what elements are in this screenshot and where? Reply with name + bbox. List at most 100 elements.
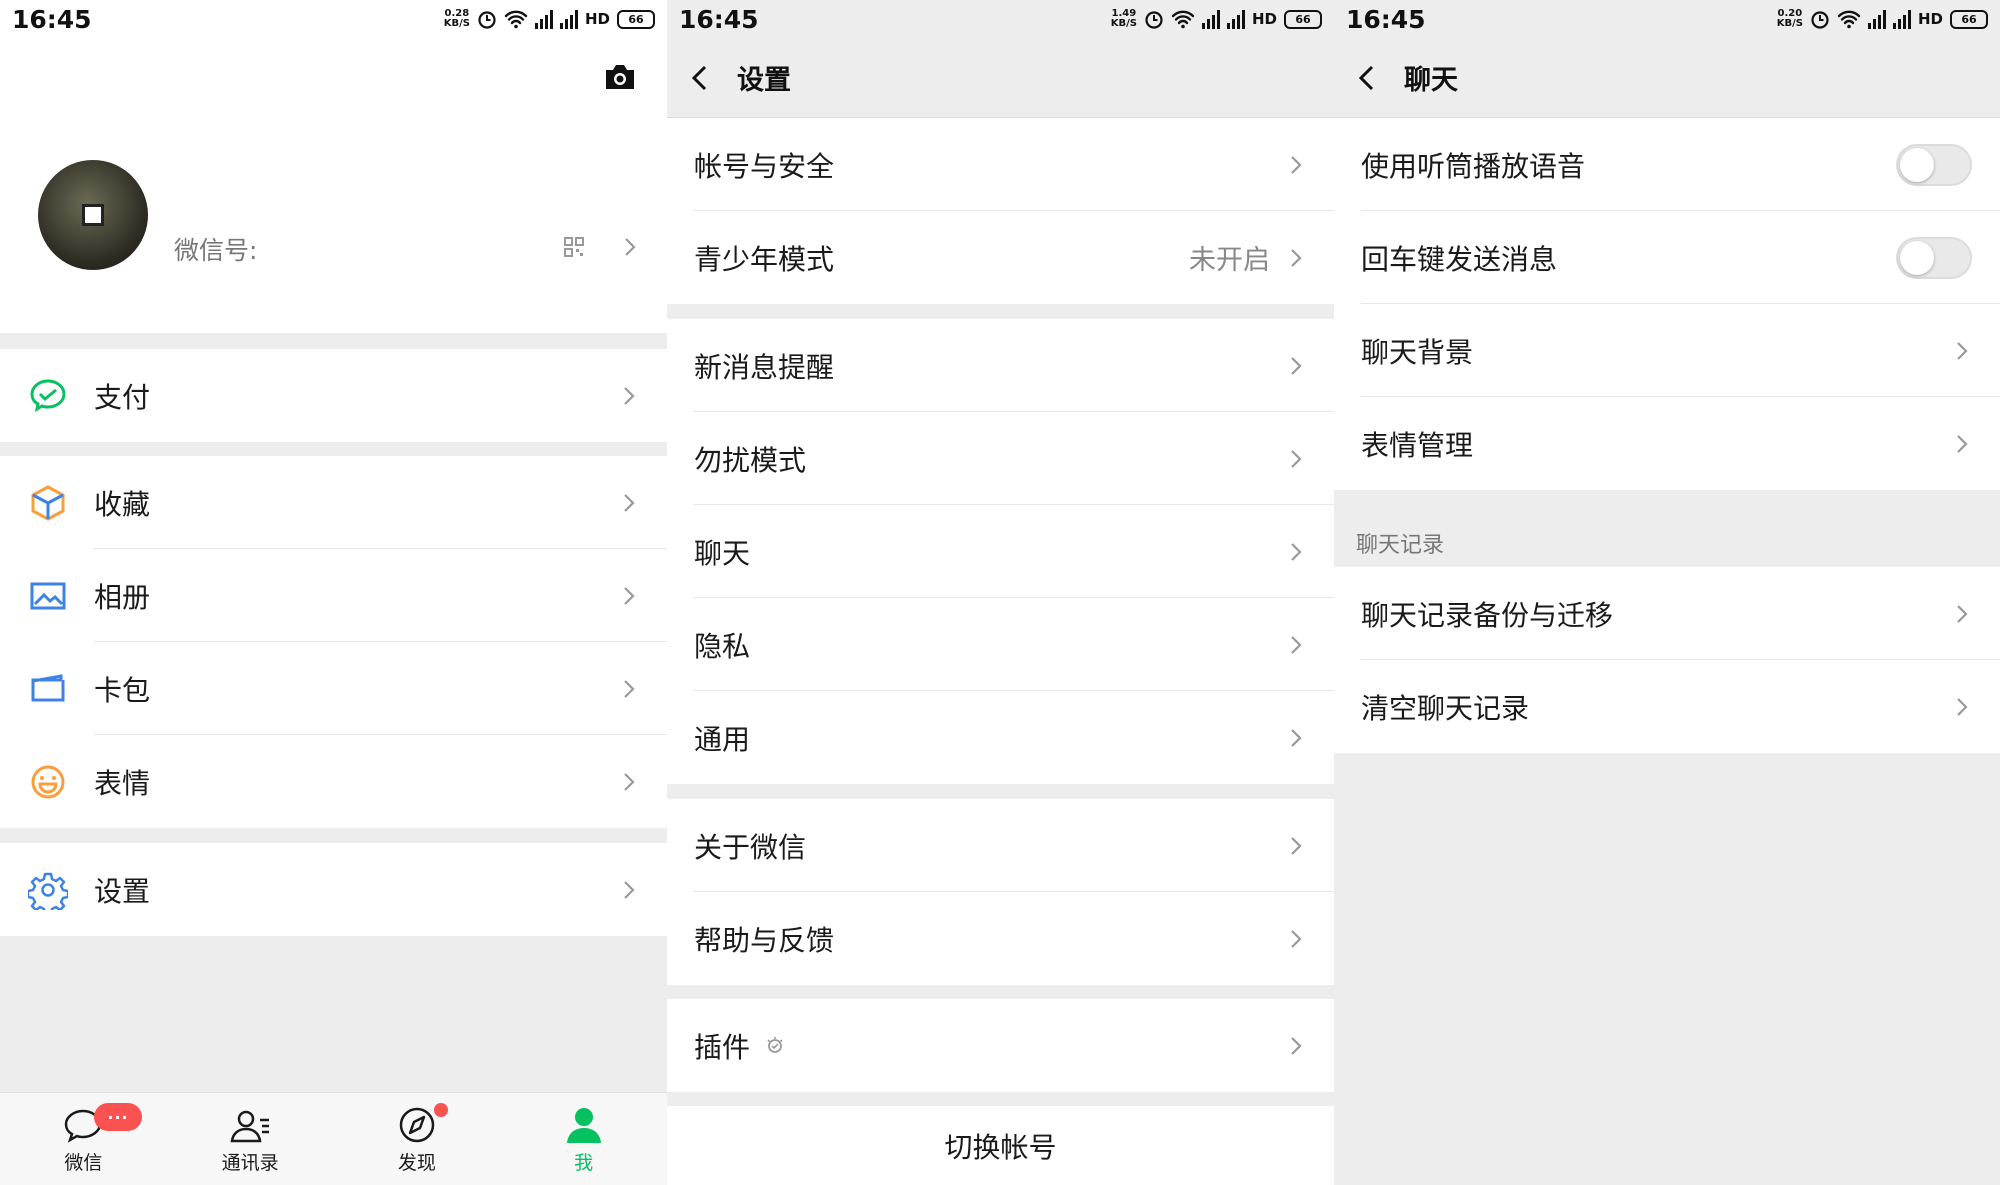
qr-code-icon[interactable] bbox=[563, 236, 585, 258]
settings-item-label: 通用 bbox=[694, 722, 751, 756]
menu-item-label: 设置 bbox=[94, 874, 151, 908]
settings-item-label: 隐私 bbox=[694, 629, 751, 663]
signal-3g-icon bbox=[559, 9, 578, 29]
battery-icon: 66 bbox=[617, 9, 655, 29]
chevron-right-icon bbox=[625, 238, 636, 256]
chevron-right-icon bbox=[1291, 542, 1302, 561]
alarm-icon bbox=[1145, 11, 1163, 29]
menu-item-card-wallet[interactable]: 卡包 bbox=[0, 642, 667, 735]
tab-label: 微信 bbox=[64, 1152, 103, 1174]
settings-item-label: 插件 bbox=[694, 1030, 751, 1064]
chevron-right-icon bbox=[1957, 604, 1968, 623]
alarm-icon bbox=[1811, 11, 1829, 29]
chat-history-group: 聊天记录备份与迁移 清空聊天记录 bbox=[1334, 567, 2000, 753]
favorites-icon bbox=[31, 484, 65, 521]
settings-item-about[interactable]: 关于微信 bbox=[667, 799, 1334, 892]
setting-clear-history[interactable]: 清空聊天记录 bbox=[1334, 660, 2000, 753]
switch-account-label: 切换帐号 bbox=[944, 1130, 1057, 1164]
menu-item-settings[interactable]: 设置 bbox=[0, 843, 667, 936]
tab-chats[interactable]: ··· 微信 bbox=[0, 1093, 167, 1185]
card-wallet-icon bbox=[31, 673, 65, 701]
avatar[interactable] bbox=[38, 160, 148, 270]
settings-item-help-feedback[interactable]: 帮助与反馈 bbox=[667, 892, 1334, 985]
page-title: 聊天 bbox=[1404, 65, 1458, 96]
toggle-knob bbox=[1900, 147, 1934, 182]
battery-icon: 66 bbox=[1284, 9, 1322, 29]
menu-item-album[interactable]: 相册 bbox=[0, 549, 667, 642]
menu-item-label: 相册 bbox=[94, 580, 151, 614]
chevron-right-icon bbox=[1291, 836, 1302, 855]
status-time: 16:45 bbox=[12, 4, 92, 34]
settings-item-notifications[interactable]: 新消息提醒 bbox=[667, 319, 1334, 412]
toggle-knob bbox=[1900, 240, 1934, 275]
earpiece-toggle[interactable] bbox=[1896, 143, 1972, 186]
tab-label: 通讯录 bbox=[221, 1152, 279, 1174]
settings-item-account-security[interactable]: 帐号与安全 bbox=[667, 118, 1334, 211]
status-icons: 0.20 KB/S HD 66 bbox=[1777, 0, 1988, 38]
hd-voice-icon: HD bbox=[1917, 10, 1943, 28]
camera-icon[interactable] bbox=[603, 63, 637, 91]
plugin-bulb-icon bbox=[767, 1036, 783, 1053]
bottom-tab-bar: ··· 微信 通讯录 发现 我 bbox=[0, 1092, 667, 1185]
setting-sticker-management[interactable]: 表情管理 bbox=[1334, 397, 2000, 490]
back-button[interactable] bbox=[1356, 60, 1392, 96]
menu-item-stickers[interactable]: 表情 bbox=[0, 735, 667, 828]
tab-contacts[interactable]: 通讯录 bbox=[167, 1093, 334, 1185]
chat-options-group: 使用听筒播放语音 回车键发送消息 聊天背景 表情管理 bbox=[1334, 118, 2000, 490]
enter-send-toggle[interactable] bbox=[1896, 236, 1972, 279]
settings-item-general[interactable]: 通用 bbox=[667, 691, 1334, 784]
wifi-icon bbox=[1171, 10, 1195, 29]
tab-me[interactable]: 我 bbox=[500, 1093, 667, 1185]
settings-gear-icon bbox=[28, 872, 68, 910]
setting-chat-background[interactable]: 聊天背景 bbox=[1334, 304, 2000, 397]
settings-item-label: 帐号与安全 bbox=[694, 149, 835, 183]
settings-item-chat[interactable]: 聊天 bbox=[667, 505, 1334, 598]
settings-item-do-not-disturb[interactable]: 勿扰模式 bbox=[667, 412, 1334, 505]
menu-item-favorites[interactable]: 收藏 bbox=[0, 456, 667, 549]
settings-item-privacy[interactable]: 隐私 bbox=[667, 598, 1334, 691]
chevron-right-icon bbox=[624, 679, 635, 698]
settings-item-teen-mode[interactable]: 青少年模式 未开启 bbox=[667, 211, 1334, 304]
menu-item-pay[interactable]: 支付 bbox=[0, 349, 667, 442]
setting-label: 清空聊天记录 bbox=[1361, 691, 1530, 725]
network-speed: 0.20 KB/S bbox=[1776, 8, 1803, 29]
menu-item-label: 卡包 bbox=[94, 673, 151, 707]
settings-group-about: 关于微信 帮助与反馈 bbox=[667, 799, 1334, 985]
settings-screen: 16:45 1.49 KB/S HD 66 设置 帐号与安全 青少年模式 未开启 … bbox=[667, 0, 1334, 1185]
chevron-right-icon bbox=[624, 386, 635, 405]
settings-item-label: 关于微信 bbox=[694, 830, 807, 864]
chevron-right-icon bbox=[624, 586, 635, 605]
chevron-right-icon bbox=[624, 772, 635, 791]
network-speed: 1.49 KB/S bbox=[1110, 8, 1137, 29]
sticker-icon bbox=[31, 765, 65, 798]
settings-group-account: 帐号与安全 青少年模式 未开启 bbox=[667, 118, 1334, 304]
chevron-right-icon bbox=[1291, 248, 1302, 267]
chevron-right-icon bbox=[624, 493, 635, 512]
back-button[interactable] bbox=[689, 60, 725, 96]
setting-label: 聊天背景 bbox=[1361, 335, 1474, 369]
settings-group: 设置 bbox=[0, 843, 667, 936]
tab-label: 发现 bbox=[397, 1152, 436, 1174]
chevron-right-icon bbox=[1291, 1036, 1302, 1055]
signal-3g-icon bbox=[1226, 9, 1245, 29]
status-time: 16:45 bbox=[1346, 4, 1426, 34]
notification-dot bbox=[433, 1103, 448, 1117]
screenshot-root: 16:45 0.28 KB/S HD 66 微信号: 支付 收藏 相册 卡包 表… bbox=[0, 0, 2000, 1185]
wechat-id-label: 微信号: bbox=[174, 236, 258, 265]
setting-label: 表情管理 bbox=[1361, 428, 1474, 462]
settings-item-label: 聊天 bbox=[694, 536, 751, 570]
tab-discover[interactable]: 发现 bbox=[334, 1093, 501, 1185]
settings-item-label: 勿扰模式 bbox=[694, 443, 807, 477]
chevron-right-icon bbox=[1291, 449, 1302, 468]
status-time: 16:45 bbox=[679, 4, 759, 34]
settings-item-label: 青少年模式 bbox=[694, 242, 835, 276]
unread-badge: ··· bbox=[94, 1103, 142, 1131]
settings-item-plugins[interactable]: 插件 bbox=[667, 999, 1334, 1092]
switch-account-button[interactable]: 切换帐号 bbox=[667, 1106, 1334, 1185]
settings-item-label: 帮助与反馈 bbox=[694, 923, 835, 957]
signal-4g-icon bbox=[1867, 9, 1886, 29]
pay-group: 支付 bbox=[0, 349, 667, 442]
setting-backup-migrate[interactable]: 聊天记录备份与迁移 bbox=[1334, 567, 2000, 660]
compass-icon bbox=[399, 1107, 435, 1143]
alarm-icon bbox=[478, 11, 496, 29]
